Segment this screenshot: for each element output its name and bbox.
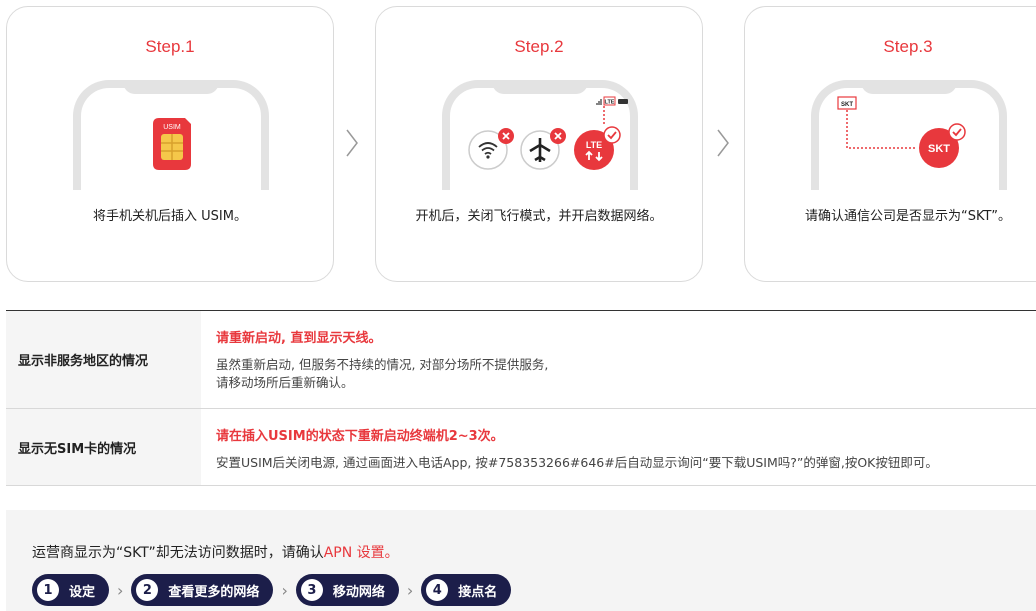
row-description: 虽然重新启动, 但服务不持续的情况, 对部分场所不提供服务, 请移动场所后重新确… [216, 357, 549, 390]
row-title: 请在插入USIM的状态下重新启动终端机2~3次。 [216, 429, 504, 444]
step-card-1: Step.1 USIM 将手机关机后插入 USIM。 [6, 6, 334, 282]
chevron-right-icon [346, 129, 358, 157]
apn-step-mobile-network: 3 移动网络 [295, 574, 399, 606]
chevron-right-icon: › [117, 580, 124, 600]
step-title: Step.1 [145, 37, 195, 56]
svg-text:USIM: USIM [163, 124, 181, 131]
apn-step-more-networks: 2 查看更多的网络 [131, 574, 274, 606]
carrier-skt-icon: SKT SKT [837, 96, 966, 168]
step-caption: 将手机关机后插入 USIM。 [93, 209, 247, 224]
apn-message: 运营商显示为“SKT”却无法访问数据时，请确认APN 设置。 [32, 545, 399, 561]
svg-text:SKT: SKT [841, 102, 853, 108]
chevron-right-icon [717, 129, 729, 157]
step-caption: 请确认通信公司是否显示为“SKT”。 [805, 209, 1011, 224]
svg-text:LTE: LTE [586, 140, 602, 150]
phone-illustration: USIM [73, 80, 269, 190]
dotted-connector [603, 106, 605, 126]
apn-settings-link[interactable]: APN 设置。 [324, 545, 399, 561]
apn-path-steps: 1 设定 › 2 查看更多的网络 › 3 移动网络 › 4 接点名 [32, 574, 512, 606]
chevron-right-icon: › [281, 580, 288, 600]
step-card-2: Step.2 LTE LTE 开机后，关闭飞行模式，并开启数据网络。 [375, 6, 703, 282]
table-row: 显示非服务地区的情况 请重新启动, 直到显示天线。 虽然重新启动, 但服务不持续… [6, 311, 1036, 409]
apn-settings-box: 运营商显示为“SKT”却无法访问数据时，请确认APN 设置。 1 设定 › 2 查看… [6, 510, 1036, 611]
svg-text:LTE: LTE [605, 100, 615, 106]
apn-step-settings: 1 设定 [32, 574, 110, 606]
step-title: Step.3 [883, 37, 933, 56]
chevron-right-icon: › [406, 580, 414, 600]
step-title: Step.2 [514, 37, 564, 56]
row-description: 安置USIM后关闭电源, 通过画面进入电话App, 按#758353266#64… [216, 455, 938, 470]
troubleshoot-table: 显示非服务地区的情况 请重新启动, 直到显示天线。 虽然重新启动, 但服务不持续… [6, 310, 1036, 486]
wifi-off-icon [468, 128, 514, 170]
row-header: 显示非服务地区的情况 [6, 311, 201, 408]
svg-text:SKT: SKT [928, 143, 950, 155]
phone-illustration: LTE LTE [442, 80, 638, 190]
status-bar-icon: LTE [596, 96, 628, 106]
airplane-mode-off-icon [520, 128, 566, 170]
lte-data-on-icon: LTE [574, 126, 621, 170]
row-header: 显示无SIM卡的情况 [6, 409, 201, 485]
sim-card-icon: USIM [153, 118, 191, 170]
row-title: 请重新启动, 直到显示天线。 [216, 331, 382, 346]
phone-illustration: SKT SKT [811, 80, 1007, 190]
step-card-3: Step.3 SKT SKT 请确认通信公司是否显示为“SKT”。 [744, 6, 1036, 282]
table-row: 显示无SIM卡的情况 请在插入USIM的状态下重新启动终端机2~3次。 安置US… [6, 409, 1036, 486]
step-caption: 开机后，关闭飞行模式，并开启数据网络。 [415, 209, 663, 224]
row-body: 请重新启动, 直到显示天线。 虽然重新启动, 但服务不持续的情况, 对部分场所不… [201, 311, 1036, 408]
row-body: 请在插入USIM的状态下重新启动终端机2~3次。 安置USIM后关闭电源, 通过… [201, 409, 1036, 485]
apn-step-access-point-names: 4 接点名 [421, 574, 512, 606]
